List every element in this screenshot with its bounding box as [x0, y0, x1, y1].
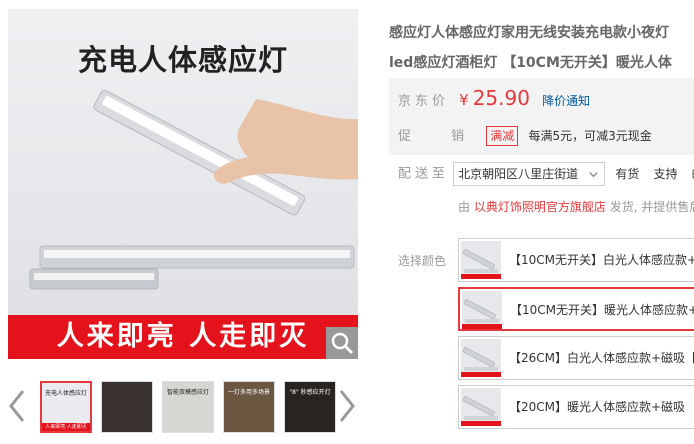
color-options: 【10CM无开关】白光人体感应款+磁吸【10CM无开关】暖光人体感应款+磁吸【2…: [458, 238, 694, 434]
currency-symbol: ¥: [459, 91, 469, 109]
main-product-image[interactable]: 充电人体感应灯 人来即亮 人走即灭: [8, 9, 358, 359]
image-banner: 人来即亮 人走即灭: [8, 315, 358, 359]
color-option-image: [461, 241, 501, 279]
color-option-label: 【10CM无开关】白光人体感应款+磁吸: [509, 253, 694, 267]
promotion-label: 促 销: [398, 129, 483, 144]
chevron-down-icon: [589, 172, 598, 178]
color-option-image: [461, 339, 501, 377]
thumbnail-strip: 充电人体感应灯 人来即亮 人走即灭 智能双模感应灯 一灯多用多场景 "8" 秒感应开灯: [40, 381, 336, 433]
promotion-text: 每满5元，可减3元现金: [528, 129, 652, 143]
product-title-line2: led感应灯酒柜灯 【10CM无开关】暖光人体: [389, 55, 672, 71]
thumbnail-footer: 人来即亮 人走即灭: [42, 423, 90, 431]
thumbnail-5[interactable]: "8" 秒感应开灯: [284, 381, 336, 433]
thumb-next-button[interactable]: [336, 388, 358, 424]
thumbnail-4[interactable]: 一灯多用多场景: [223, 381, 275, 433]
color-option-label: 【20CM】暖光人体感应款+磁吸: [509, 400, 686, 414]
thumbnail-caption: 一灯多用多场景: [227, 389, 270, 396]
color-option-image: [462, 291, 502, 329]
price-row: 京东价 ¥25.90 降价通知: [398, 86, 590, 110]
stock-status: 有货: [615, 166, 640, 181]
promotion-row: 促 销 满减 每满5元，可减3元现金: [398, 125, 652, 146]
location-value: 北京朝阳区八里庄街道: [458, 167, 579, 181]
thumbnail-3[interactable]: 智能双模感应灯: [162, 381, 214, 433]
price-label: 京东价: [398, 94, 450, 109]
seller-suffix: 发货, 并提供售后: [609, 200, 694, 214]
price-value: ¥25.90: [459, 86, 530, 110]
support-text: 支持: [653, 166, 678, 181]
seller-shop-link[interactable]: 以典灯饰照明官方旗舰店: [474, 200, 606, 214]
color-label-row: 选择颜色: [398, 252, 446, 269]
product-title-line1: 感应灯人体感应灯家用无线安装充电款小夜灯: [389, 25, 669, 41]
color-option-label: 【26CM】白光人体感应款+磁吸【充电: [509, 351, 694, 365]
delivery-row: 配送至 北京朝阳区八里庄街道 有货 支持 邮: [398, 162, 694, 186]
thumbnail-caption: 智能双模感应灯: [166, 389, 209, 396]
color-option-1[interactable]: 【10CM无开关】白光人体感应款+磁吸: [458, 238, 694, 282]
delivery-label: 配送至: [398, 166, 450, 182]
thumbnail-caption: "8" 秒感应开灯: [289, 389, 331, 396]
seller-row: 由 以典灯饰照明官方旗舰店 发货, 并提供售后: [458, 198, 694, 215]
thumbnail-1[interactable]: 充电人体感应灯 人来即亮 人走即灭: [40, 381, 92, 433]
color-option-3[interactable]: 【26CM】白光人体感应款+磁吸【充电: [458, 336, 694, 380]
thumb-prev-button[interactable]: [6, 388, 28, 424]
chevron-right-icon: [339, 390, 355, 422]
magnifier-icon: [331, 332, 354, 355]
color-option-2[interactable]: 【10CM无开关】暖光人体感应款+磁吸: [458, 287, 694, 331]
chevron-left-icon: [9, 390, 25, 422]
location-select[interactable]: 北京朝阳区八里庄街道: [453, 162, 606, 186]
seller-prefix: 由: [458, 200, 471, 214]
color-option-label: 【10CM无开关】暖光人体感应款+磁吸: [510, 303, 694, 317]
thumbnail-caption: 充电人体感应灯: [44, 390, 87, 397]
price-notify-link[interactable]: 降价通知: [542, 94, 590, 108]
color-label: 选择颜色: [398, 254, 447, 268]
zoom-button[interactable]: [326, 327, 358, 359]
color-option-image: [461, 388, 501, 426]
color-option-4[interactable]: 【20CM】暖光人体感应款+磁吸: [458, 385, 694, 429]
promotion-tag[interactable]: 满减: [486, 126, 519, 146]
image-headline: 充电人体感应灯: [77, 43, 288, 77]
thumbnail-2[interactable]: [101, 381, 153, 433]
product-title: 感应灯人体感应灯家用无线安装充电款小夜灯 led感应灯酒柜灯 【10CM无开关】…: [389, 18, 694, 78]
